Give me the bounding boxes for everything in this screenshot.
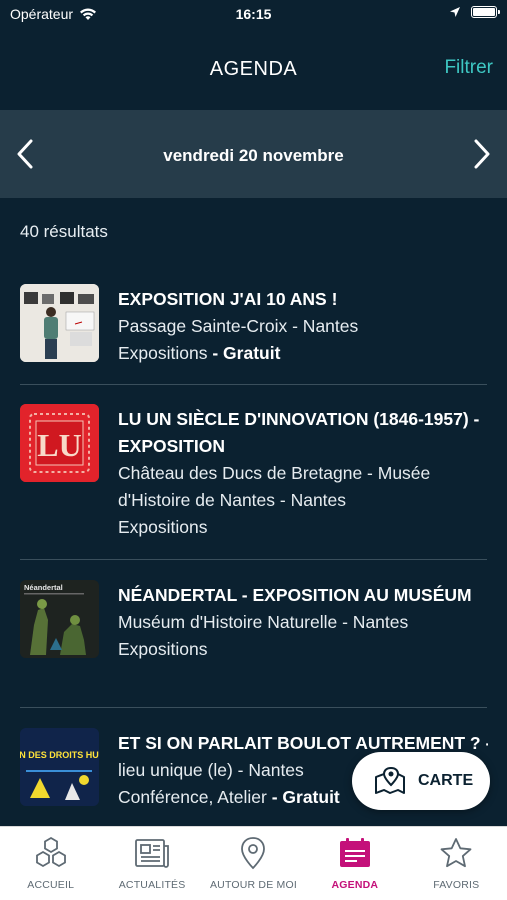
neandertal-poster-image: Néandertal xyxy=(20,580,99,658)
event-category: Expositions xyxy=(118,343,208,363)
status-time: 16:15 xyxy=(235,6,272,22)
event-title: EXPOSITION J'AI 10 ANS ! xyxy=(118,289,338,309)
list-divider xyxy=(20,384,487,385)
tab-label: ACCUEIL xyxy=(27,879,75,891)
neandertal-poster-text: Néandertal xyxy=(24,583,63,592)
results-count: 40 résultats xyxy=(20,222,108,241)
current-date: vendredi 20 novembre xyxy=(163,146,344,165)
event-thumbnail-neandertal-poster: Néandertal xyxy=(20,580,99,658)
page-title: AGENDA xyxy=(209,58,298,80)
map-view-label: CARTE xyxy=(418,772,474,789)
event-category-line: Expositions - Gratuit xyxy=(118,340,488,367)
hexagons-icon xyxy=(35,836,66,868)
event-list-item[interactable]: LU LU UN SIÈCLE D'INNOVATION (1846-1957)… xyxy=(0,390,507,558)
tab-agenda[interactable]: AGENDA xyxy=(304,827,405,900)
event-thumbnail-saison-droits-humains-poster: SAISON DES DROITS HUMAINS xyxy=(20,728,99,806)
date-selector: vendredi 20 novembre xyxy=(0,110,507,198)
star-icon xyxy=(440,838,472,868)
calendar-icon xyxy=(339,838,370,867)
location-pin-icon xyxy=(241,837,266,870)
tab-bar: ACCUEIL ACTUALITÉS AUTOUR DE MOI AGENDA … xyxy=(0,826,507,900)
saison-poster-text: SAISON DES DROITS HUMAINS xyxy=(20,750,99,760)
map-pin-icon xyxy=(375,767,405,794)
nav-bar: AGENDA Filtrer xyxy=(0,30,507,110)
exhibition-photo-image xyxy=(20,284,99,362)
tab-accueil[interactable]: ACCUEIL xyxy=(0,827,101,900)
event-list-item[interactable]: Néandertal NÉANDERTAL - EXPOSITION AU MU… xyxy=(0,566,507,706)
event-list: EXPOSITION J'AI 10 ANS ! Passage Sainte-… xyxy=(0,270,507,826)
tab-icon-wrap xyxy=(239,835,267,871)
next-day-chevron-icon[interactable] xyxy=(471,138,493,170)
location-arrow-icon xyxy=(450,7,460,17)
event-info: EXPOSITION J'AI 10 ANS ! Passage Sainte-… xyxy=(118,286,488,367)
saison-droits-humains-poster-image: SAISON DES DROITS HUMAINS xyxy=(20,728,99,806)
tab-icon-wrap xyxy=(33,835,69,871)
tab-label: AGENDA xyxy=(331,879,379,891)
filter-button[interactable]: Filtrer xyxy=(444,57,493,79)
tab-icon-wrap xyxy=(439,835,473,871)
status-bar: Opérateur 16:15 xyxy=(0,0,507,30)
list-divider xyxy=(20,559,487,560)
event-category: Expositions xyxy=(118,639,208,659)
event-info: LU UN SIÈCLE D'INNOVATION (1846-1957) - … xyxy=(118,406,488,541)
event-location: Passage Sainte-Croix - Nantes xyxy=(118,316,359,336)
newspaper-icon xyxy=(135,839,169,868)
tab-autour-de-moi[interactable]: AUTOUR DE MOI xyxy=(203,827,304,900)
battery-icon xyxy=(471,6,500,18)
tab-favoris[interactable]: FAVORIS xyxy=(406,827,507,900)
event-thumbnail-exhibition-photo xyxy=(20,284,99,362)
event-info: NÉANDERTAL - EXPOSITION AU MUSÉUM Muséum… xyxy=(118,582,488,663)
event-category: Conférence, Atelier xyxy=(118,787,267,807)
event-location: Château des Ducs de Bretagne - Musée d'H… xyxy=(118,463,431,510)
event-category-line: Expositions xyxy=(118,514,488,541)
event-title: NÉANDERTAL - EXPOSITION AU MUSÉUM xyxy=(118,585,472,605)
event-thumbnail-lu-logo: LU xyxy=(20,404,99,482)
tab-icon-wrap xyxy=(134,835,170,871)
event-title: LU UN SIÈCLE D'INNOVATION (1846-1957) - … xyxy=(118,409,480,456)
map-view-button[interactable]: CARTE xyxy=(352,752,490,810)
tab-label: FAVORIS xyxy=(433,879,480,891)
event-price: - Gratuit xyxy=(207,343,281,363)
event-category: Expositions xyxy=(118,517,208,537)
tab-label: ACTUALITÉS xyxy=(118,879,186,891)
event-location: Muséum d'Histoire Naturelle - Nantes xyxy=(118,612,409,632)
event-price: - Gratuit xyxy=(266,787,340,807)
lu-logo-text: LU xyxy=(37,427,81,463)
status-right-group xyxy=(449,6,500,18)
event-list-item[interactable]: EXPOSITION J'AI 10 ANS ! Passage Sainte-… xyxy=(0,270,507,385)
tab-actualites[interactable]: ACTUALITÉS xyxy=(101,827,202,900)
tab-icon-wrap xyxy=(338,835,372,871)
list-divider xyxy=(20,707,487,708)
lu-logo-image: LU xyxy=(20,404,99,482)
event-category-line: Expositions xyxy=(118,636,488,663)
tab-label: AUTOUR DE MOI xyxy=(209,879,297,891)
